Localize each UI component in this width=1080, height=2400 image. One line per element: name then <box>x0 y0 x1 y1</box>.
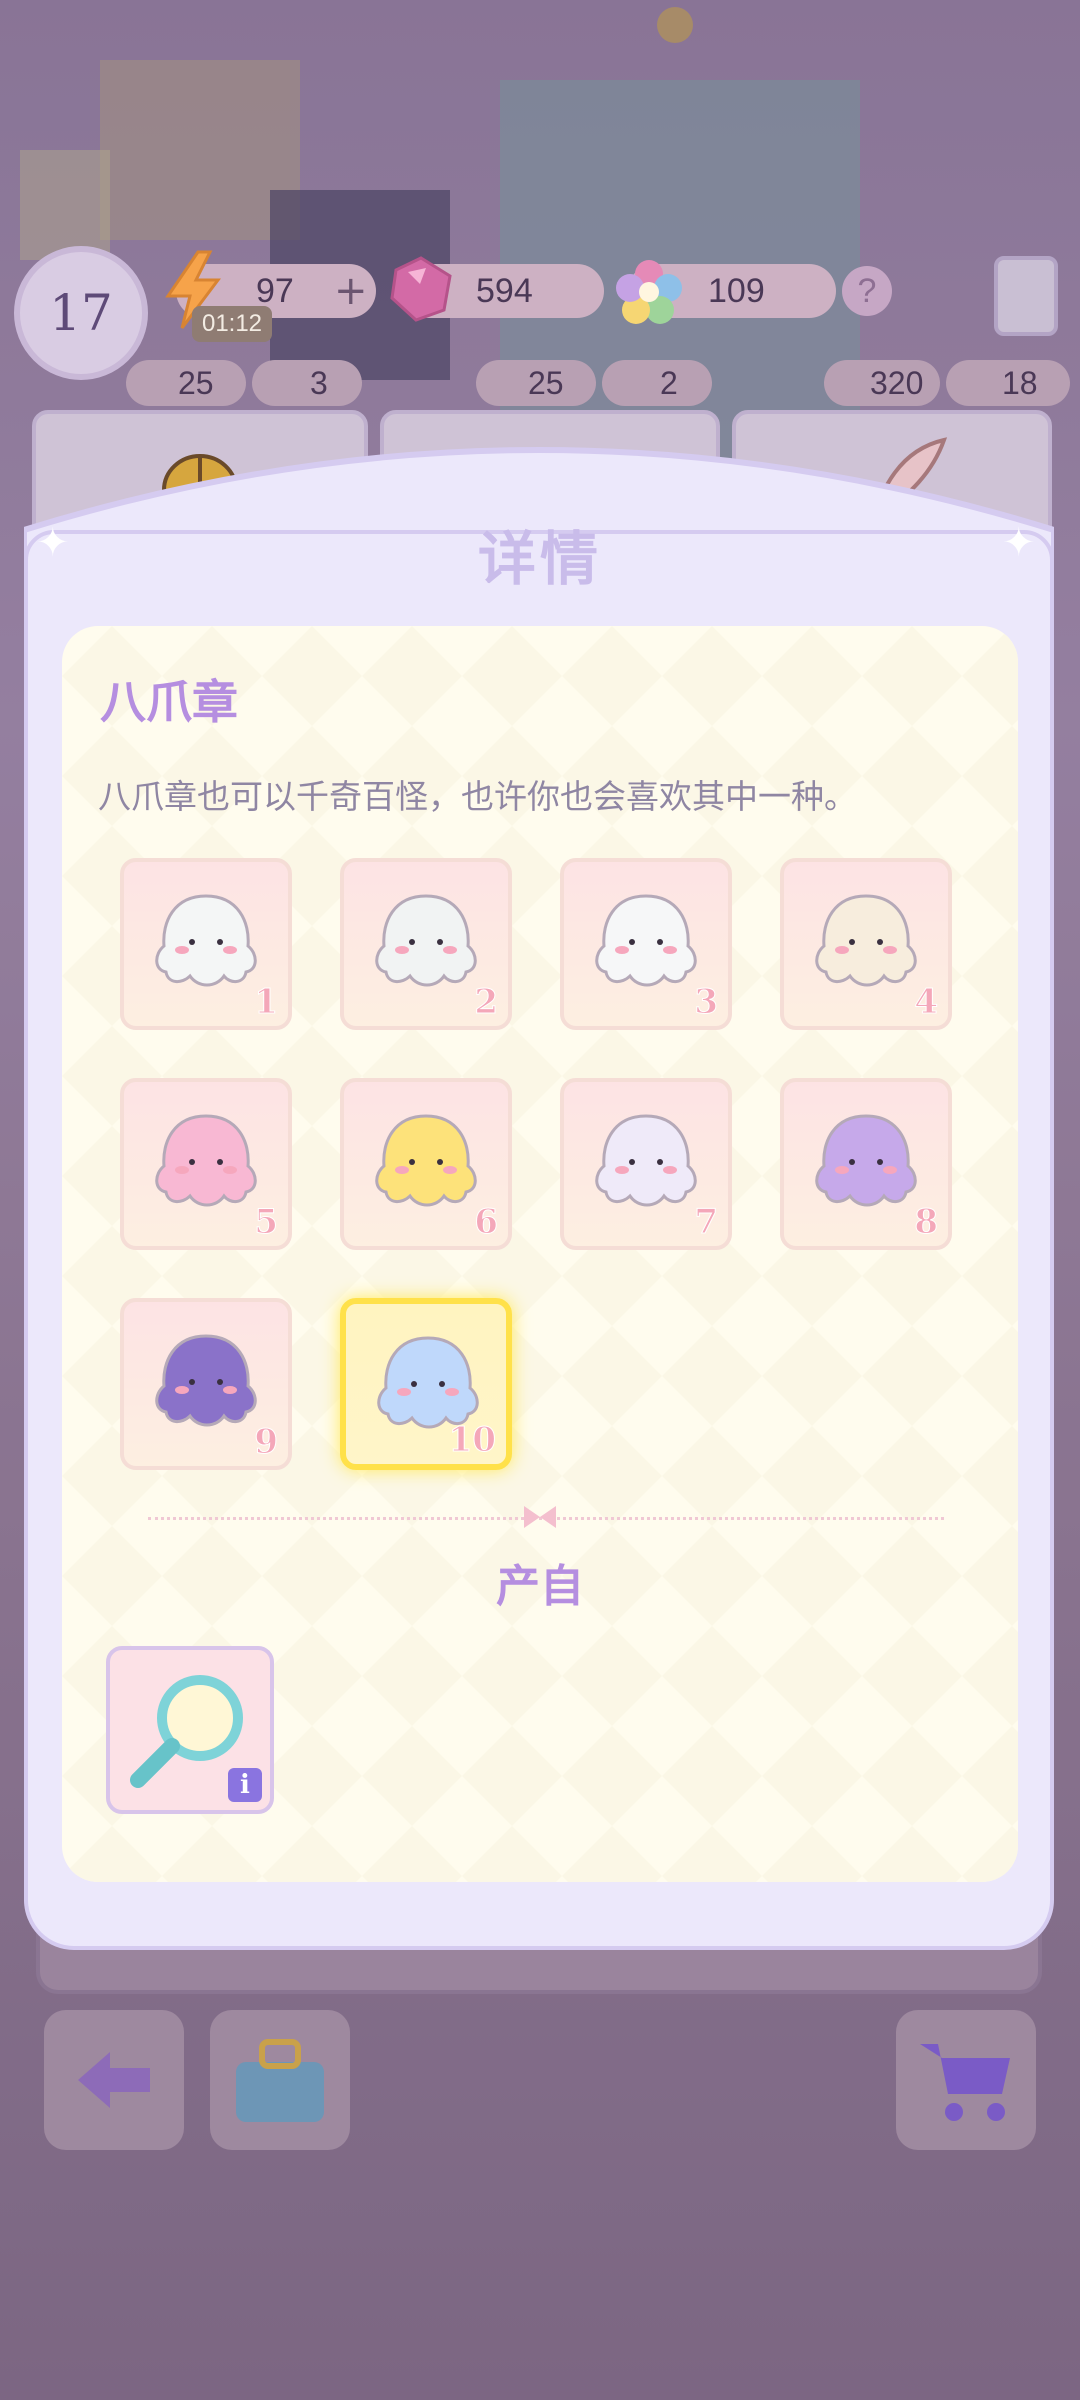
variant-tile-1[interactable]: 1 <box>120 858 292 1030</box>
item-description: 八爪章也可以千奇百怪，也许你也会喜欢其中一种。 <box>98 777 857 816</box>
back-button[interactable] <box>44 2010 184 2150</box>
cost-energy: 320 <box>870 365 924 401</box>
octopus-creature-icon <box>595 1114 697 1207</box>
variant-tile-5[interactable]: 5 <box>120 1078 292 1250</box>
gems-value: 594 <box>476 272 533 310</box>
variant-number: 6 <box>474 1202 499 1243</box>
variant-tile-7[interactable]: 7 <box>560 1078 732 1250</box>
variant-number: 5 <box>254 1202 279 1243</box>
octopus-creature-icon <box>155 1334 257 1427</box>
info-icon[interactable]: i <box>228 1768 262 1802</box>
inventory-bag-button[interactable] <box>210 2010 350 2150</box>
variant-tile-3[interactable]: 3 <box>560 858 732 1030</box>
bag-icon <box>236 2039 324 2122</box>
player-level-badge[interactable]: 17 <box>14 246 148 380</box>
variant-number: 8 <box>914 1202 939 1243</box>
variant-number: 3 <box>694 982 719 1023</box>
octopus-creature-icon <box>815 1114 917 1207</box>
variant-number: 9 <box>254 1422 279 1463</box>
variant-tile-2[interactable]: 2 <box>340 858 512 1030</box>
variant-number: 1 <box>254 982 279 1023</box>
cost-gem-pill-1: 3 <box>252 360 362 406</box>
variant-tile-9[interactable]: 9 <box>120 1298 292 1470</box>
cost-pill-3: 320 <box>824 360 940 406</box>
cost-pill-1: 25 <box>126 360 246 406</box>
octopus-creature-icon <box>155 894 257 987</box>
pink-gem-icon <box>390 256 452 322</box>
modal-title: 详情 <box>477 525 602 593</box>
cost-gem-pill-2: 2 <box>602 360 712 406</box>
octopus-creature-icon <box>155 1114 257 1207</box>
item-name: 八爪章 <box>100 675 238 729</box>
back-arrow-icon <box>78 2052 150 2108</box>
variant-tile-6[interactable]: 6 <box>340 1078 512 1250</box>
variant-number: 2 <box>474 982 499 1023</box>
cost-energy: 25 <box>528 365 564 401</box>
cart-icon <box>920 2044 1010 2121</box>
octopus-creature-icon <box>815 894 917 987</box>
octopus-creature-icon <box>595 894 697 987</box>
cost-pill-2: 25 <box>476 360 596 406</box>
cost-energy: 25 <box>178 365 214 401</box>
shop-cart-button[interactable] <box>896 2010 1036 2150</box>
collection-card-icon[interactable] <box>994 256 1058 336</box>
octopus-creature-icon <box>375 894 477 987</box>
source-item-magnifier[interactable]: i <box>106 1646 274 1814</box>
variant-tile-4[interactable]: 4 <box>780 858 952 1030</box>
variant-tile-10[interactable]: 10 <box>340 1298 512 1470</box>
player-level: 17 <box>49 284 113 342</box>
rainbow-star-icon <box>616 260 682 324</box>
variant-number: 10 <box>448 1420 496 1461</box>
variant-number: 4 <box>914 982 939 1023</box>
cost-gems: 18 <box>1002 365 1038 401</box>
cost-gem-pill-3: 18 <box>946 360 1070 406</box>
stars-value: 109 <box>708 272 765 310</box>
variant-number: 7 <box>694 1202 719 1243</box>
energy-timer: 01:12 <box>192 306 272 342</box>
cost-gems: 2 <box>660 365 678 401</box>
variant-tile-8[interactable]: 8 <box>780 1078 952 1250</box>
cost-gems: 3 <box>310 365 328 401</box>
source-label: 产自 <box>496 1561 584 1612</box>
energy-plus[interactable]: + <box>334 264 368 318</box>
octopus-creature-icon <box>375 1114 477 1207</box>
bow-icon <box>524 1506 556 1528</box>
help-button[interactable]: ? <box>842 266 892 316</box>
